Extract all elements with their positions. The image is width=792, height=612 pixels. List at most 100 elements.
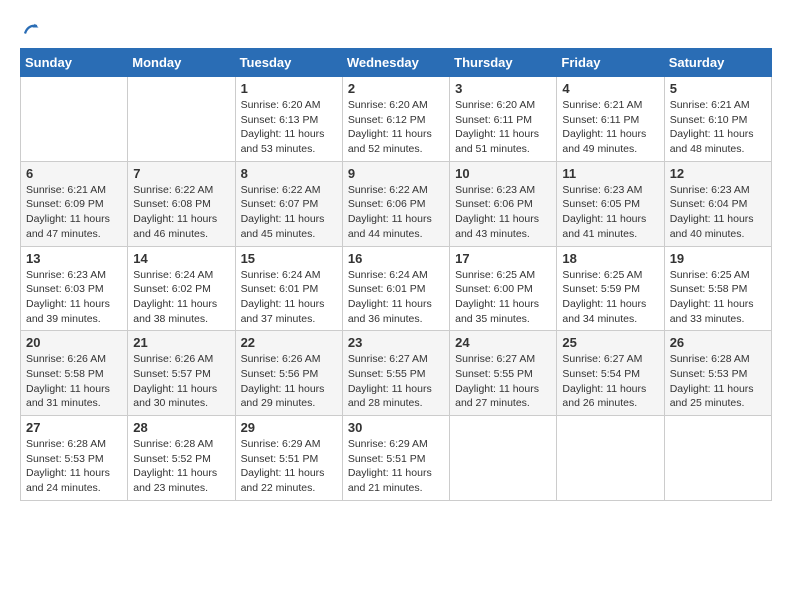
cell-text: Sunrise: 6:23 AMSunset: 6:05 PMDaylight:… xyxy=(562,183,658,242)
calendar-week-row: 13 Sunrise: 6:23 AMSunset: 6:03 PMDayligh… xyxy=(21,246,772,331)
cell-text: Sunrise: 6:25 AMSunset: 6:00 PMDaylight:… xyxy=(455,268,551,327)
day-number: 3 xyxy=(455,81,551,96)
cell-text: Sunrise: 6:28 AMSunset: 5:52 PMDaylight:… xyxy=(133,437,229,496)
calendar-cell: 22 Sunrise: 6:26 AMSunset: 5:56 PMDayligh… xyxy=(235,331,342,416)
cell-text: Sunrise: 6:23 AMSunset: 6:04 PMDaylight:… xyxy=(670,183,766,242)
day-number: 12 xyxy=(670,166,766,181)
cell-text: Sunrise: 6:29 AMSunset: 5:51 PMDaylight:… xyxy=(348,437,444,496)
calendar-cell: 29 Sunrise: 6:29 AMSunset: 5:51 PMDayligh… xyxy=(235,416,342,501)
day-number: 29 xyxy=(241,420,337,435)
calendar-cell: 23 Sunrise: 6:27 AMSunset: 5:55 PMDayligh… xyxy=(342,331,449,416)
day-number: 26 xyxy=(670,335,766,350)
calendar-cell: 14Sunrise: 6:24 AMSunset: 6:02 PMDayligh… xyxy=(128,246,235,331)
calendar-cell xyxy=(664,416,771,501)
calendar-cell: 16Sunrise: 6:24 AMSunset: 6:01 PMDayligh… xyxy=(342,246,449,331)
cell-text: Sunrise: 6:28 AMSunset: 5:53 PMDaylight:… xyxy=(670,352,766,411)
calendar-cell: 26 Sunrise: 6:28 AMSunset: 5:53 PMDayligh… xyxy=(664,331,771,416)
day-number: 6 xyxy=(26,166,122,181)
calendar-cell: 20 Sunrise: 6:26 AMSunset: 5:58 PMDayligh… xyxy=(21,331,128,416)
day-number: 22 xyxy=(241,335,337,350)
calendar-cell: 28 Sunrise: 6:28 AMSunset: 5:52 PMDayligh… xyxy=(128,416,235,501)
calendar-day-header: Sunday xyxy=(21,49,128,77)
day-number: 17 xyxy=(455,251,551,266)
calendar-cell: 1 Sunrise: 6:20 AMSunset: 6:13 PMDaylight… xyxy=(235,77,342,162)
day-number: 5 xyxy=(670,81,766,96)
day-number: 8 xyxy=(241,166,337,181)
calendar-cell: 6 Sunrise: 6:21 AMSunset: 6:09 PMDaylight… xyxy=(21,161,128,246)
day-number: 30 xyxy=(348,420,444,435)
calendar-cell: 24 Sunrise: 6:27 AMSunset: 5:55 PMDayligh… xyxy=(450,331,557,416)
cell-text: Sunrise: 6:22 AMSunset: 6:07 PMDaylight:… xyxy=(241,183,337,242)
day-number: 15 xyxy=(241,251,337,266)
calendar-cell: 9 Sunrise: 6:22 AMSunset: 6:06 PMDaylight… xyxy=(342,161,449,246)
calendar-day-header: Tuesday xyxy=(235,49,342,77)
calendar-cell: 13 Sunrise: 6:23 AMSunset: 6:03 PMDayligh… xyxy=(21,246,128,331)
cell-text: Sunrise: 6:27 AMSunset: 5:55 PMDaylight:… xyxy=(455,352,551,411)
cell-text: Sunrise: 6:22 AMSunset: 6:06 PMDaylight:… xyxy=(348,183,444,242)
cell-text: Sunrise: 6:27 AMSunset: 5:55 PMDaylight:… xyxy=(348,352,444,411)
day-number: 19 xyxy=(670,251,766,266)
calendar-cell: 25Sunrise: 6:27 AMSunset: 5:54 PMDayligh… xyxy=(557,331,664,416)
cell-text: Sunrise: 6:21 AMSunset: 6:10 PMDaylight:… xyxy=(670,98,766,157)
cell-text: Sunrise: 6:23 AMSunset: 6:03 PMDaylight:… xyxy=(26,268,122,327)
cell-text: Sunrise: 6:24 AMSunset: 6:01 PMDaylight:… xyxy=(348,268,444,327)
cell-text: Sunrise: 6:27 AMSunset: 5:54 PMDaylight:… xyxy=(562,352,658,411)
day-number: 9 xyxy=(348,166,444,181)
logo-icon xyxy=(22,20,40,38)
day-number: 13 xyxy=(26,251,122,266)
calendar-cell xyxy=(128,77,235,162)
day-number: 7 xyxy=(133,166,229,181)
calendar-cell: 11Sunrise: 6:23 AMSunset: 6:05 PMDayligh… xyxy=(557,161,664,246)
cell-text: Sunrise: 6:21 AMSunset: 6:11 PMDaylight:… xyxy=(562,98,658,157)
calendar-cell: 4 Sunrise: 6:21 AMSunset: 6:11 PMDaylight… xyxy=(557,77,664,162)
calendar-week-row: 20 Sunrise: 6:26 AMSunset: 5:58 PMDayligh… xyxy=(21,331,772,416)
calendar-cell: 30 Sunrise: 6:29 AMSunset: 5:51 PMDayligh… xyxy=(342,416,449,501)
calendar-cell: 10 Sunrise: 6:23 AMSunset: 6:06 PMDayligh… xyxy=(450,161,557,246)
day-number: 18 xyxy=(562,251,658,266)
calendar-cell: 17 Sunrise: 6:25 AMSunset: 6:00 PMDayligh… xyxy=(450,246,557,331)
cell-text: Sunrise: 6:25 AMSunset: 5:58 PMDaylight:… xyxy=(670,268,766,327)
day-number: 4 xyxy=(562,81,658,96)
calendar-cell xyxy=(557,416,664,501)
day-number: 23 xyxy=(348,335,444,350)
calendar-week-row: 1 Sunrise: 6:20 AMSunset: 6:13 PMDaylight… xyxy=(21,77,772,162)
day-number: 10 xyxy=(455,166,551,181)
day-number: 1 xyxy=(241,81,337,96)
day-number: 28 xyxy=(133,420,229,435)
calendar-week-row: 6 Sunrise: 6:21 AMSunset: 6:09 PMDaylight… xyxy=(21,161,772,246)
calendar-day-header: Saturday xyxy=(664,49,771,77)
calendar-day-header: Thursday xyxy=(450,49,557,77)
calendar-cell: 19 Sunrise: 6:25 AMSunset: 5:58 PMDayligh… xyxy=(664,246,771,331)
calendar-cell: 27 Sunrise: 6:28 AMSunset: 5:53 PMDayligh… xyxy=(21,416,128,501)
calendar-day-header: Monday xyxy=(128,49,235,77)
calendar-cell xyxy=(450,416,557,501)
day-number: 27 xyxy=(26,420,122,435)
calendar-cell: 7 Sunrise: 6:22 AMSunset: 6:08 PMDaylight… xyxy=(128,161,235,246)
calendar-table: SundayMondayTuesdayWednesdayThursdayFrid… xyxy=(20,48,772,501)
cell-text: Sunrise: 6:23 AMSunset: 6:06 PMDaylight:… xyxy=(455,183,551,242)
calendar-cell: 8 Sunrise: 6:22 AMSunset: 6:07 PMDaylight… xyxy=(235,161,342,246)
calendar-cell: 5 Sunrise: 6:21 AMSunset: 6:10 PMDaylight… xyxy=(664,77,771,162)
header xyxy=(20,20,772,38)
cell-text: Sunrise: 6:28 AMSunset: 5:53 PMDaylight:… xyxy=(26,437,122,496)
day-number: 2 xyxy=(348,81,444,96)
cell-text: Sunrise: 6:24 AMSunset: 6:01 PMDaylight:… xyxy=(241,268,337,327)
calendar-day-header: Wednesday xyxy=(342,49,449,77)
day-number: 20 xyxy=(26,335,122,350)
cell-text: Sunrise: 6:26 AMSunset: 5:56 PMDaylight:… xyxy=(241,352,337,411)
cell-text: Sunrise: 6:21 AMSunset: 6:09 PMDaylight:… xyxy=(26,183,122,242)
cell-text: Sunrise: 6:20 AMSunset: 6:13 PMDaylight:… xyxy=(241,98,337,157)
logo xyxy=(20,20,40,38)
cell-text: Sunrise: 6:20 AMSunset: 6:11 PMDaylight:… xyxy=(455,98,551,157)
day-number: 14 xyxy=(133,251,229,266)
calendar-cell: 3 Sunrise: 6:20 AMSunset: 6:11 PMDaylight… xyxy=(450,77,557,162)
cell-text: Sunrise: 6:20 AMSunset: 6:12 PMDaylight:… xyxy=(348,98,444,157)
calendar-cell: 12 Sunrise: 6:23 AMSunset: 6:04 PMDayligh… xyxy=(664,161,771,246)
day-number: 24 xyxy=(455,335,551,350)
cell-text: Sunrise: 6:26 AMSunset: 5:58 PMDaylight:… xyxy=(26,352,122,411)
calendar-week-row: 27 Sunrise: 6:28 AMSunset: 5:53 PMDayligh… xyxy=(21,416,772,501)
cell-text: Sunrise: 6:22 AMSunset: 6:08 PMDaylight:… xyxy=(133,183,229,242)
day-number: 21 xyxy=(133,335,229,350)
calendar-day-header: Friday xyxy=(557,49,664,77)
cell-text: Sunrise: 6:29 AMSunset: 5:51 PMDaylight:… xyxy=(241,437,337,496)
